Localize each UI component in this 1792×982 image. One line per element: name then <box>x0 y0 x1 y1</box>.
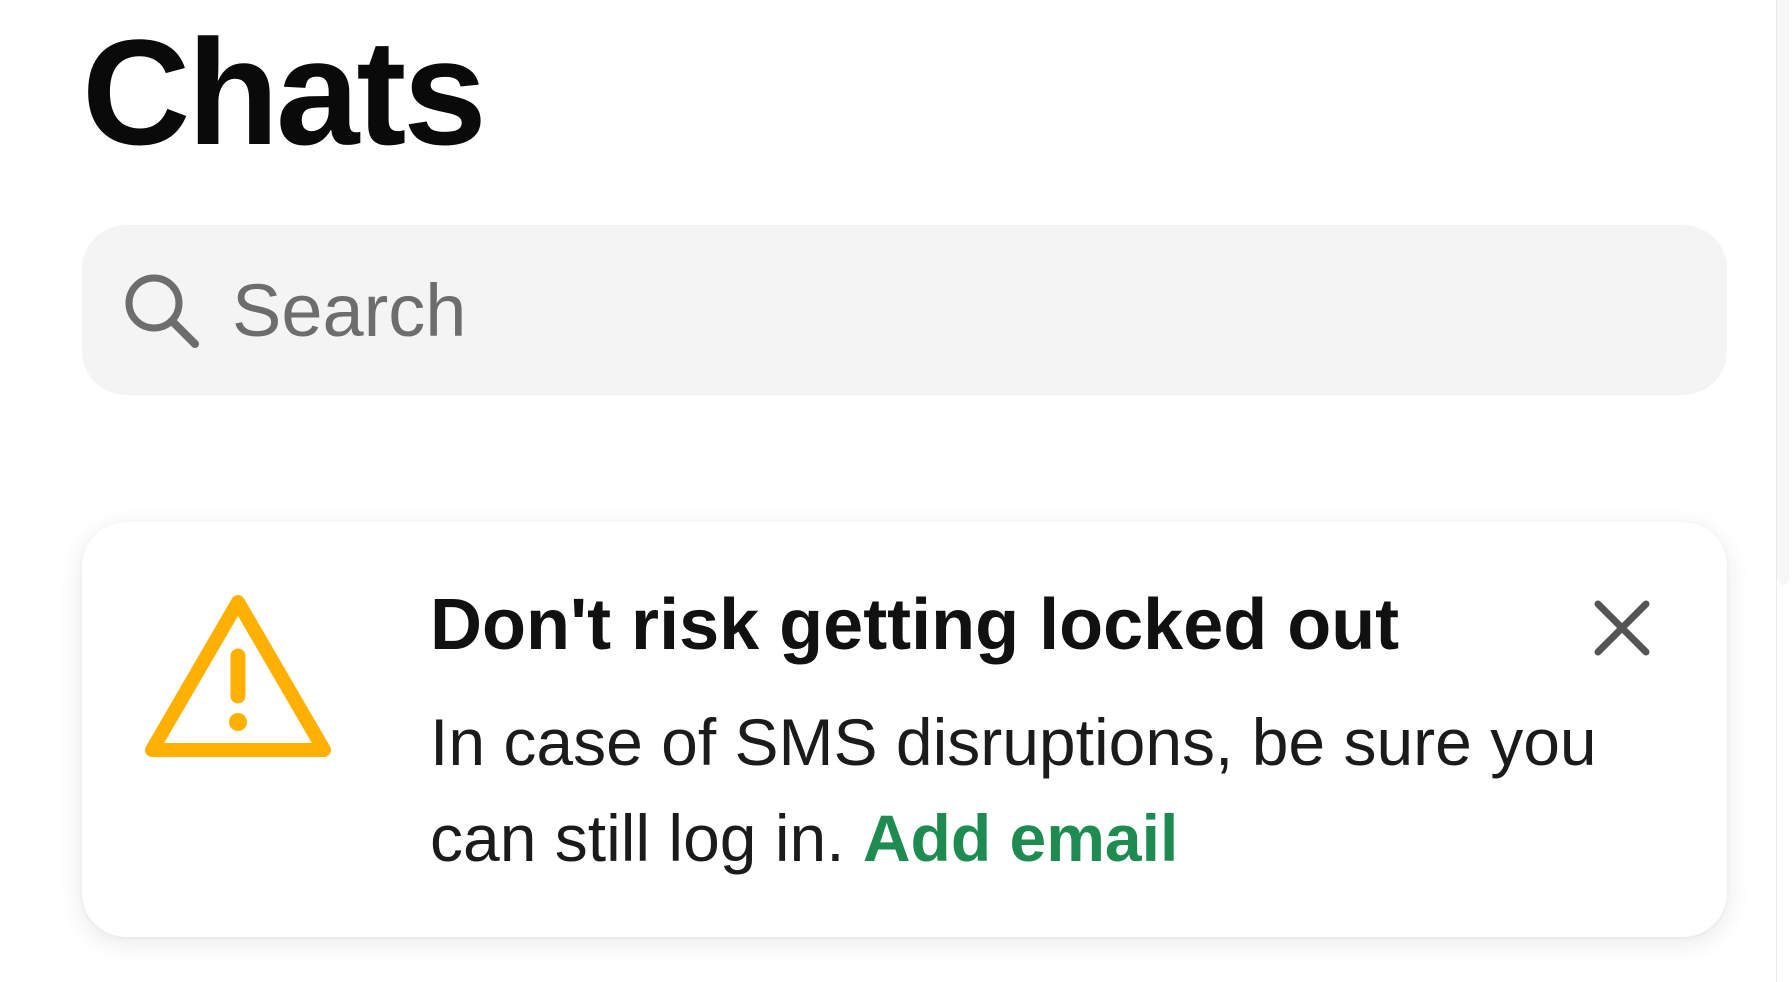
chats-screen: Chats Don't risk getting locked out In c… <box>0 0 1792 982</box>
close-icon <box>1594 600 1650 656</box>
banner-message: In case of SMS disruptions, be sure you … <box>430 694 1610 886</box>
email-reminder-banner: Don't risk getting locked out In case of… <box>82 522 1727 937</box>
warning-icon <box>140 588 336 764</box>
search-input[interactable] <box>232 225 1727 395</box>
search-icon <box>120 269 202 351</box>
page-title: Chats <box>82 8 487 176</box>
close-banner-button[interactable] <box>1582 588 1662 668</box>
banner-title: Don't risk getting locked out <box>430 585 1400 665</box>
add-email-link[interactable]: Add email <box>863 801 1178 875</box>
search-bar[interactable] <box>82 225 1727 395</box>
scrollbar-thumb[interactable] <box>1777 0 1789 585</box>
